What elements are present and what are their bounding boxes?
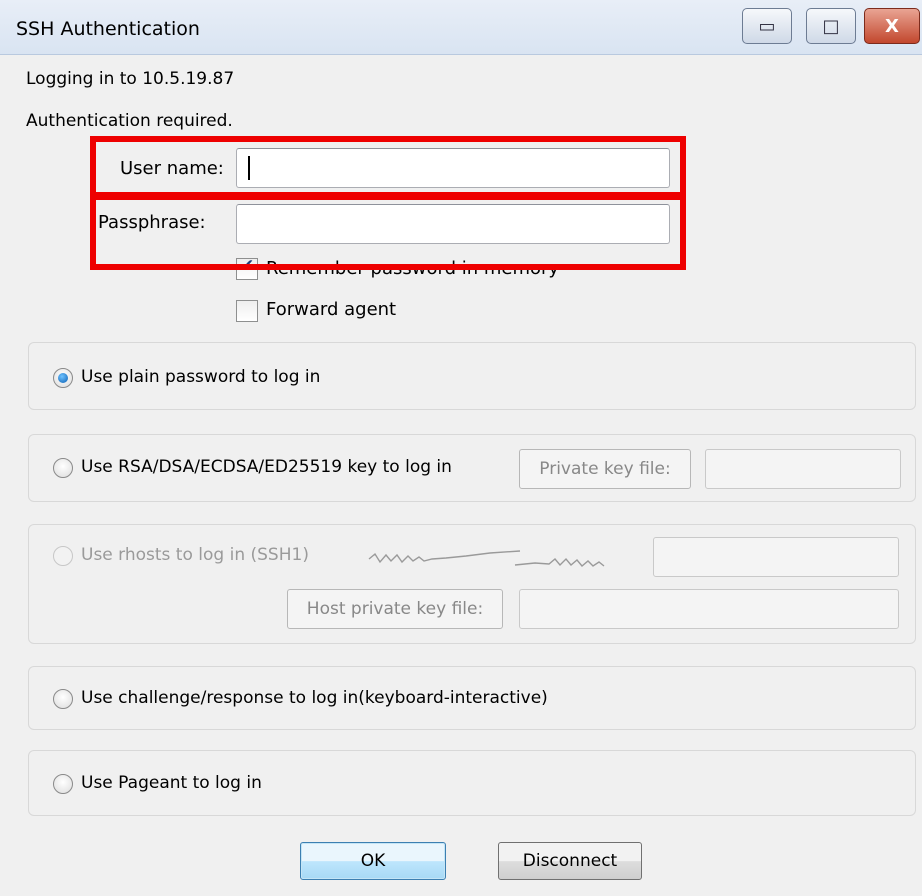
private-key-file-button[interactable]: Private key file: bbox=[519, 449, 691, 489]
pageant-radio[interactable] bbox=[53, 774, 73, 794]
disconnect-button[interactable]: Disconnect bbox=[498, 842, 642, 880]
minimize-button[interactable]: ▭ bbox=[742, 8, 792, 44]
user-name-input[interactable] bbox=[236, 148, 670, 188]
logging-in-text: Logging in to 10.5.19.87 bbox=[26, 69, 235, 89]
user-name-label: User name: bbox=[120, 158, 224, 179]
rhosts-group: Use rhosts to log in (SSH1) Host private… bbox=[28, 524, 916, 644]
redacted-scribble bbox=[368, 550, 605, 567]
host-private-key-file-button[interactable]: Host private key file: bbox=[287, 589, 503, 629]
rhosts-radio[interactable] bbox=[53, 546, 73, 566]
rsa-key-label: Use RSA/DSA/ECDSA/ED25519 key to log in bbox=[81, 457, 452, 477]
rhosts-user-input[interactable] bbox=[653, 537, 899, 577]
close-button[interactable]: X bbox=[864, 8, 920, 44]
window-title: SSH Authentication bbox=[16, 18, 200, 40]
forward-agent-label: Forward agent bbox=[266, 299, 397, 320]
remember-password-label: Remember password in memory bbox=[266, 258, 560, 279]
minimize-icon: ▭ bbox=[758, 16, 776, 37]
close-icon: X bbox=[885, 16, 899, 37]
checkmark-icon: ✔ bbox=[240, 256, 255, 276]
remember-password-checkbox[interactable]: ✔ bbox=[236, 256, 258, 280]
auth-required-text: Authentication required. bbox=[26, 111, 233, 131]
forward-agent-checkbox[interactable] bbox=[236, 300, 258, 322]
private-key-file-input[interactable] bbox=[705, 449, 901, 489]
maximize-icon: □ bbox=[822, 16, 840, 37]
rsa-key-radio[interactable] bbox=[53, 458, 73, 478]
ssh-auth-dialog: SSH Authentication ▭ □ X Logging in to 1… bbox=[0, 0, 922, 896]
plain-password-radio[interactable] bbox=[53, 368, 73, 388]
ok-button[interactable]: OK bbox=[300, 842, 446, 880]
challenge-response-group: Use challenge/response to log in(keyboar… bbox=[28, 666, 916, 730]
plain-password-label: Use plain password to log in bbox=[81, 367, 321, 387]
pageant-group: Use Pageant to log in bbox=[28, 750, 916, 816]
challenge-response-radio[interactable] bbox=[53, 689, 73, 709]
pageant-label: Use Pageant to log in bbox=[81, 773, 262, 793]
text-caret bbox=[248, 156, 250, 180]
passphrase-input[interactable] bbox=[236, 204, 670, 244]
title-bar[interactable]: SSH Authentication ▭ □ X bbox=[0, 0, 922, 55]
rhosts-label: Use rhosts to log in (SSH1) bbox=[81, 545, 309, 565]
passphrase-label: Passphrase: bbox=[98, 212, 206, 233]
host-private-key-file-input[interactable] bbox=[519, 589, 899, 629]
challenge-response-label: Use challenge/response to log in(keyboar… bbox=[81, 688, 548, 708]
plain-password-group: Use plain password to log in bbox=[28, 342, 916, 410]
rsa-key-group: Use RSA/DSA/ECDSA/ED25519 key to log in … bbox=[28, 434, 916, 502]
maximize-button[interactable]: □ bbox=[806, 8, 856, 44]
